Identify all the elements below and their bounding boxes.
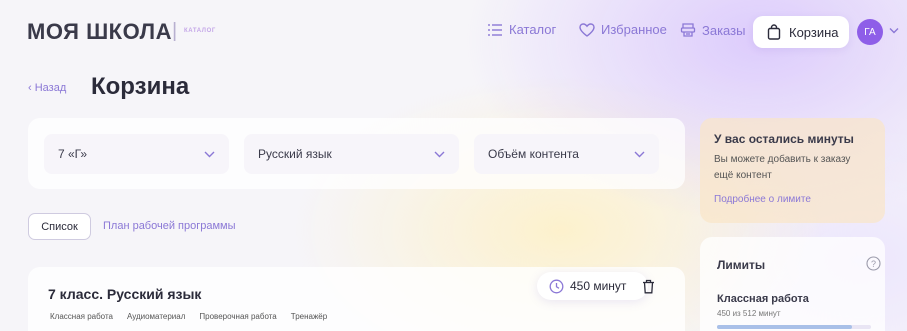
limit-value: 450 из 512 минут [717,309,781,318]
tab-list[interactable]: Список [28,213,91,240]
class-select[interactable]: 7 «Г» [44,134,229,174]
shopping-bag-icon [767,24,781,40]
minutes-info-panel: У вас остались минуты Вы можете добавить… [700,118,885,223]
limits-panel: Лимиты ? Классная работа 450 из 512 мину… [700,237,885,331]
cart-button-label: Корзина [789,24,839,40]
course-title: 7 класс. Русский язык [48,286,202,302]
logo[interactable]: МОЯ ШКОЛА [27,19,172,45]
info-title: У вас остались минуты [714,132,854,146]
chevron-down-icon [204,151,215,157]
tab-work-program-plan[interactable]: План рабочей программы [103,220,236,232]
heart-icon [579,22,595,37]
help-icon[interactable]: ? [866,256,881,271]
nav-favorites[interactable]: Избранное [579,22,667,37]
minutes-value: 450 минут [570,279,627,293]
limit-progress-fill [717,325,853,329]
chevron-down-icon[interactable] [889,27,899,34]
subject-select-value: Русский язык [258,147,332,161]
svg-text:?: ? [871,259,876,269]
chevron-down-icon [434,151,445,157]
limit-name: Классная работа [717,293,809,305]
orders-icon [680,23,696,37]
chevron-down-icon [634,151,645,157]
course-card: 7 класс. Русский язык Классная работа Ау… [28,267,685,331]
nav-orders[interactable]: Заказы [680,22,745,38]
avatar[interactable]: ГА [857,19,883,45]
page-title: Корзина [91,73,190,100]
info-text: Вы можете добавить к заказу ещё контент [714,154,851,181]
course-tags: Классная работа Аудиоматериал Проверочна… [50,312,327,321]
cart-button[interactable]: Корзина [753,16,849,48]
minutes-badge: 450 минут [537,272,648,300]
limit-details-link[interactable]: Подробнее о лимите [714,194,871,205]
class-select-value: 7 «Г» [58,147,88,161]
header: МОЯ ШКОЛА | КАТАЛОГ Каталог Избранное За… [0,0,907,62]
nav-catalog-label: Каталог [509,22,557,37]
nav-favorites-label: Избранное [601,22,667,37]
nav-catalog[interactable]: Каталог [487,22,556,37]
nav-orders-label: Заказы [702,22,746,38]
clock-icon [549,279,564,293]
trash-icon[interactable] [642,279,655,294]
content-volume-select-value: Объём контента [488,147,579,161]
limits-title: Лимиты [717,258,766,272]
back-link[interactable]: ‹ Назад [28,82,66,94]
filters-panel: 7 «Г» Русский язык Объём контента [28,118,685,189]
limit-progress-bar [717,325,871,329]
subject-select[interactable]: Русский язык [244,134,459,174]
logo-subtitle: КАТАЛОГ [184,28,216,34]
tag: Тренажёр [290,312,328,321]
list-icon [488,23,502,36]
content-volume-select[interactable]: Объём контента [474,134,659,174]
tag: Аудиоматериал [126,312,186,321]
logo-separator: | [172,20,178,42]
back-link-label: Назад [34,82,67,94]
tag: Классная работа [50,312,113,321]
tag: Проверочная работа [199,312,277,321]
